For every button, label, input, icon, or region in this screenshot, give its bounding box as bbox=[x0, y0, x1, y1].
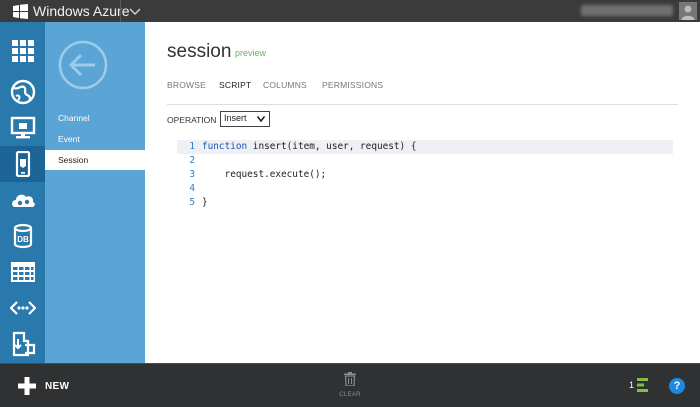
mobile-device-icon bbox=[15, 151, 30, 177]
nav-sql-databases[interactable]: DB bbox=[0, 218, 45, 254]
line-number: 2 bbox=[189, 155, 195, 166]
code-line: 5 } bbox=[177, 196, 673, 210]
code-text: function insert(item, user, request) { bbox=[202, 140, 416, 154]
line-number: 3 bbox=[189, 169, 195, 180]
plus-icon bbox=[18, 377, 36, 395]
grid-icon bbox=[11, 40, 34, 62]
trash-icon bbox=[344, 372, 356, 386]
clear-button[interactable]: CLEAR bbox=[335, 372, 365, 402]
preview-badge: preview bbox=[235, 48, 267, 58]
topbar-divider bbox=[120, 0, 121, 22]
operation-label: OPERATION bbox=[167, 115, 217, 125]
left-nav: DB bbox=[0, 22, 45, 363]
back-arrow-icon[interactable] bbox=[57, 39, 109, 91]
code-editor[interactable]: 1 function insert(item, user, request) {… bbox=[177, 140, 673, 210]
code-icon bbox=[9, 301, 36, 315]
tab-permissions[interactable]: PERMISSIONS bbox=[322, 80, 383, 90]
sidebar-item-label: Session bbox=[58, 155, 89, 165]
account-name-blurred[interactable] bbox=[581, 5, 673, 16]
chevron-down-icon bbox=[257, 116, 265, 122]
cloud-services-icon bbox=[11, 194, 35, 207]
sidebar-item-event[interactable]: Event bbox=[45, 129, 145, 149]
sidebar-item-label: Channel bbox=[58, 113, 90, 123]
tab-script[interactable]: SCRIPT bbox=[219, 80, 251, 90]
code-rest: insert(item, user, request) { bbox=[247, 141, 417, 152]
tab-columns[interactable]: COLUMNS bbox=[263, 80, 307, 90]
line-number: 4 bbox=[189, 183, 195, 194]
brand-name[interactable]: Windows Azure bbox=[33, 3, 129, 19]
nav-import-export[interactable] bbox=[0, 326, 45, 362]
svg-text:DB: DB bbox=[17, 235, 29, 244]
main-content: session preview BROWSE SCRIPT COLUMNS PE… bbox=[145, 22, 700, 363]
code-keyword: function bbox=[202, 141, 248, 152]
sidebar-item-channel[interactable]: Channel bbox=[45, 108, 145, 128]
import-export-icon bbox=[12, 331, 35, 357]
nav-mobile-services[interactable] bbox=[0, 146, 45, 182]
page-title: session bbox=[167, 41, 232, 62]
code-text: request.execute(); bbox=[202, 169, 327, 180]
tab-divider bbox=[167, 104, 678, 105]
windows-logo-icon[interactable] bbox=[13, 4, 28, 19]
top-bar: Windows Azure bbox=[0, 0, 700, 22]
nav-web-sites[interactable] bbox=[0, 74, 45, 110]
line-number: 5 bbox=[189, 197, 195, 208]
code-line: 4 bbox=[177, 182, 673, 196]
sidebar-item-session[interactable]: Session bbox=[45, 150, 145, 170]
code-line: 3 request.execute(); bbox=[177, 168, 673, 182]
globe-icon bbox=[10, 79, 35, 105]
monitor-icon bbox=[10, 116, 35, 139]
help-button[interactable]: ? bbox=[669, 378, 685, 394]
clear-button-label: CLEAR bbox=[339, 392, 361, 398]
nav-all-items[interactable] bbox=[0, 33, 45, 69]
nav-virtual-machines[interactable] bbox=[0, 110, 45, 146]
table-storage-icon bbox=[10, 262, 35, 282]
operations-count: 1 bbox=[629, 380, 635, 390]
command-bar: NEW CLEAR 1 ? bbox=[0, 363, 700, 407]
nav-service-bus[interactable] bbox=[0, 290, 45, 326]
code-line: 2 bbox=[177, 154, 673, 168]
chevron-down-icon[interactable] bbox=[127, 3, 143, 19]
avatar-icon[interactable] bbox=[679, 2, 697, 20]
nav-storage[interactable] bbox=[0, 254, 45, 290]
new-button-label: NEW bbox=[45, 380, 70, 392]
nav-cloud-services[interactable] bbox=[0, 182, 45, 218]
line-number: 1 bbox=[189, 141, 195, 152]
database-icon: DB bbox=[13, 223, 32, 249]
sub-panel: Channel Event Session bbox=[45, 22, 145, 363]
operations-icon bbox=[637, 378, 648, 392]
code-text: } bbox=[202, 197, 208, 208]
operation-value: Insert bbox=[224, 113, 247, 123]
code-line: 1 function insert(item, user, request) { bbox=[177, 140, 673, 154]
operations-status-button[interactable]: 1 bbox=[629, 377, 651, 395]
new-button[interactable]: NEW bbox=[18, 375, 69, 397]
operation-select[interactable]: Insert bbox=[220, 111, 270, 127]
tab-browse[interactable]: BROWSE bbox=[167, 80, 206, 90]
sidebar-item-label: Event bbox=[58, 134, 80, 144]
